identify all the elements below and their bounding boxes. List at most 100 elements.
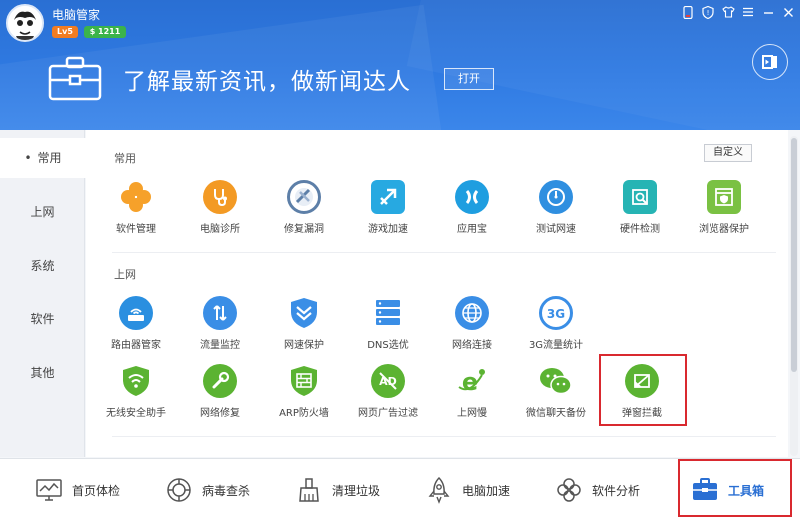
clover-icon xyxy=(119,180,153,214)
slow-net-icon: e xyxy=(455,364,489,398)
tool-browser-protect[interactable]: 浏览器保护 xyxy=(682,174,766,242)
nav-pc-boost[interactable]: 电脑加速 xyxy=(424,459,510,520)
menu-icon[interactable] xyxy=(740,4,756,20)
tool-ad-filter[interactable]: AD 网页广告过滤 xyxy=(346,358,430,426)
nav-label: 病毒查杀 xyxy=(202,483,251,498)
tool-speed-protect[interactable]: 网速保护 xyxy=(262,290,346,358)
sidebar-item-software[interactable]: 软件 xyxy=(0,299,85,339)
tool-traffic-monitor[interactable]: 流量监控 xyxy=(178,290,262,358)
toolbox-icon xyxy=(48,56,102,102)
sidebar-item-system[interactable]: 系统 xyxy=(0,246,85,286)
sidebar-item-internet[interactable]: 上网 xyxy=(0,192,85,232)
sidebar-item-other[interactable]: 其他 xyxy=(0,353,85,393)
nav-home-checkup[interactable]: 首页体检 xyxy=(34,459,120,520)
tool-software-manager[interactable]: 软件管理 xyxy=(94,174,178,242)
nav-label: 软件分析 xyxy=(592,483,641,498)
coin-badge[interactable]: $ 1211 xyxy=(84,26,126,38)
nav-software-analysis[interactable]: 软件分析 xyxy=(554,459,640,520)
tool-label: 路由器管家 xyxy=(111,340,161,351)
nav-label: 首页体检 xyxy=(72,483,121,498)
tool-3g-traffic[interactable]: 3G 3G流量统计 xyxy=(514,290,598,358)
nav-label: 电脑加速 xyxy=(462,483,511,498)
popup-block-highlight xyxy=(599,354,687,426)
tool-label: ARP防火墙 xyxy=(279,408,329,419)
nav-virus-scan[interactable]: 病毒查杀 xyxy=(164,459,250,520)
customize-button[interactable]: 自定义 xyxy=(704,144,752,162)
ad-block-icon: AD xyxy=(371,364,405,398)
sidebar-item-common[interactable]: • 常用 xyxy=(0,138,86,178)
tool-label: 浏览器保护 xyxy=(699,224,749,235)
tool-fix-vulnerability[interactable]: 修复漏洞 xyxy=(262,174,346,242)
tool-label: 网络连接 xyxy=(452,340,492,351)
wrench-icon xyxy=(203,364,237,398)
patch-icon xyxy=(287,180,321,214)
tool-label: 应用宝 xyxy=(457,224,487,235)
banner-slogan: 了解最新资讯，做新闻达人 xyxy=(123,69,411,95)
tool-pc-clinic[interactable]: 电脑诊所 xyxy=(178,174,262,242)
tool-dns-optimize[interactable]: DNS选优 xyxy=(346,290,430,358)
exit-toolbox-button[interactable] xyxy=(752,44,788,80)
tool-wifi-security[interactable]: 无线安全助手 xyxy=(94,358,178,426)
sidebar-item-label: 常用 xyxy=(37,151,62,165)
tool-router-manager[interactable]: 路由器管家 xyxy=(94,290,178,358)
tool-label: 测试网速 xyxy=(536,224,576,235)
tool-label: 网速保护 xyxy=(284,340,324,351)
tool-speed-test[interactable]: 测试网速 xyxy=(514,174,598,242)
router-icon xyxy=(119,296,153,330)
close-icon[interactable] xyxy=(780,4,796,20)
rocket-icon xyxy=(424,475,454,505)
tool-label: 硬件检测 xyxy=(620,224,660,235)
level-badge[interactable]: Lv5 xyxy=(52,26,78,38)
traffic-monitor-icon xyxy=(203,296,237,330)
minimize-icon[interactable] xyxy=(760,4,776,20)
speed-shield-icon xyxy=(287,296,321,330)
wifi-shield-icon xyxy=(119,364,153,398)
tool-label: 无线安全助手 xyxy=(106,408,166,419)
scrollbar-thumb[interactable] xyxy=(791,138,797,372)
wechat-icon xyxy=(539,364,573,398)
tool-hardware-check[interactable]: 硬件检测 xyxy=(598,174,682,242)
tool-app-store[interactable]: 应用宝 xyxy=(430,174,514,242)
section-title-common: 常用 xyxy=(114,152,136,165)
monitor-check-icon xyxy=(34,475,64,505)
clover-outline-icon xyxy=(554,475,584,505)
tool-label: 网络修复 xyxy=(200,408,240,419)
game-boost-icon xyxy=(371,180,405,214)
svg-text:e: e xyxy=(462,368,478,396)
section-divider xyxy=(112,252,776,253)
user-avatar[interactable] xyxy=(6,4,44,42)
header-banner: 电脑管家 Lv5 $ 1211 ! 了解最新资讯，做新闻达人 打开 xyxy=(0,0,800,130)
nav-clean-junk[interactable]: 清理垃圾 xyxy=(294,459,380,520)
tool-label: 游戏加速 xyxy=(368,224,408,235)
app-title: 电脑管家 xyxy=(52,8,101,22)
tool-network-connect[interactable]: 网络连接 xyxy=(430,290,514,358)
tool-slow-internet[interactable]: e 上网慢 xyxy=(430,358,514,426)
shield-icon[interactable]: ! xyxy=(700,4,716,20)
browser-shield-icon xyxy=(707,180,741,214)
tool-label: DNS选优 xyxy=(367,340,409,351)
3g-icon: 3G xyxy=(539,296,573,330)
speed-test-icon xyxy=(539,180,573,214)
tool-label: 软件管理 xyxy=(116,224,156,235)
dns-server-icon xyxy=(371,296,405,330)
tool-arp-firewall[interactable]: ARP防火墙 xyxy=(262,358,346,426)
tool-label: 电脑诊所 xyxy=(200,224,240,235)
svg-text:3G: 3G xyxy=(547,307,565,321)
toolbox-highlight xyxy=(678,459,792,517)
tool-game-boost[interactable]: 游戏加速 xyxy=(346,174,430,242)
app-store-icon xyxy=(455,180,489,214)
phone-icon[interactable] xyxy=(680,4,696,20)
skin-shirt-icon[interactable] xyxy=(720,4,736,20)
tool-label: 上网慢 xyxy=(457,408,487,419)
broom-icon xyxy=(294,475,324,505)
window-controls: ! xyxy=(680,4,796,20)
globe-icon xyxy=(455,296,489,330)
active-dot: • xyxy=(24,151,32,165)
firewall-icon xyxy=(287,364,321,398)
tool-network-repair[interactable]: 网络修复 xyxy=(178,358,262,426)
open-news-button[interactable]: 打开 xyxy=(444,68,494,90)
category-sidebar: • 常用 上网 系统 软件 其他 xyxy=(0,130,86,457)
svg-text:!: ! xyxy=(707,9,710,17)
scrollbar[interactable] xyxy=(790,136,798,456)
tool-wechat-backup[interactable]: 微信聊天备份 xyxy=(514,358,598,426)
